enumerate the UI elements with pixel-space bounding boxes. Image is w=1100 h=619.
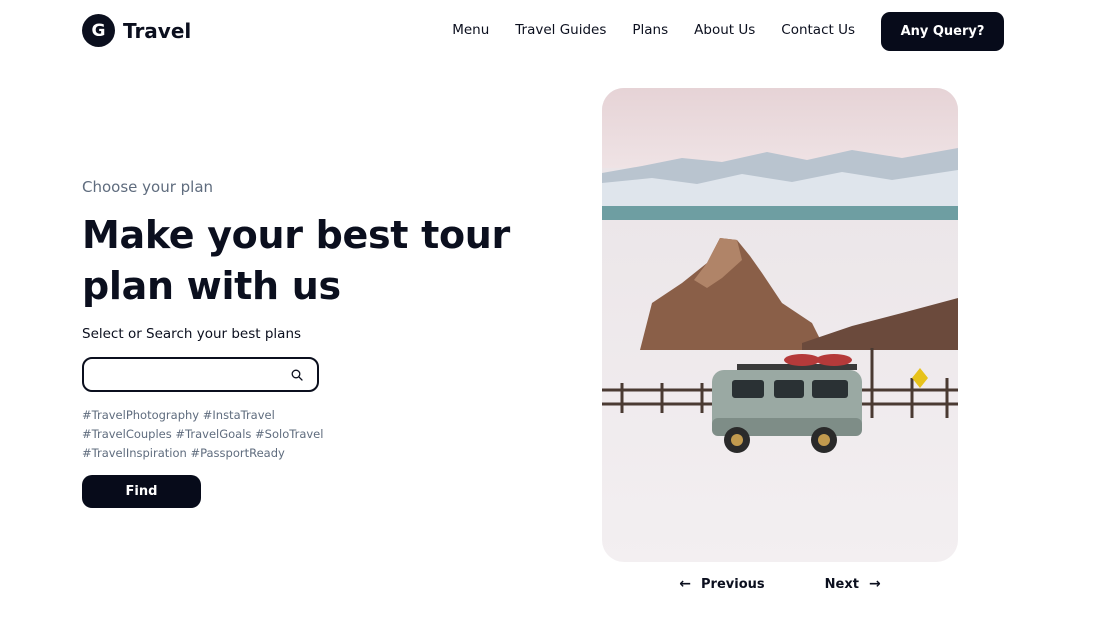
main-nav: Menu Travel Guides Plans About Us Contac… [452, 22, 855, 38]
next-label: Next [824, 576, 859, 592]
nav-item-menu[interactable]: Menu [452, 22, 489, 38]
winter-van-image [602, 88, 958, 562]
nav-item-about-us[interactable]: About Us [694, 22, 755, 38]
nav-item-contact-us[interactable]: Contact Us [781, 22, 855, 38]
logo-mark-icon: G [82, 14, 115, 47]
hashtag-list: #TravelPhotography #InstaTravel #TravelC… [82, 406, 342, 463]
hashtag-line: #TravelCouples #TravelGoals #SoloTravel [82, 427, 324, 441]
nav-item-plans[interactable]: Plans [632, 22, 668, 38]
hashtag-line: #TravelInspiration #PassportReady [82, 446, 285, 460]
any-query-button[interactable]: Any Query? [881, 12, 1004, 51]
hero-subline: Select or Search your best plans [82, 326, 302, 342]
nav-item-travel-guides[interactable]: Travel Guides [515, 22, 606, 38]
arrow-left-icon: ← [679, 576, 692, 592]
hero-headline: Make your best tour plan with us [82, 213, 510, 308]
search-icon[interactable] [291, 369, 303, 381]
previous-label: Previous [701, 576, 765, 592]
hashtag-line: #TravelPhotography #InstaTravel [82, 408, 275, 422]
find-button[interactable]: Find [82, 475, 201, 508]
arrow-right-icon: → [868, 576, 881, 592]
next-button[interactable]: Next → [825, 576, 881, 592]
brand-logo[interactable]: G Travel [82, 14, 191, 47]
slider-pager: ← Previous Next → [602, 576, 958, 592]
search-box [82, 357, 319, 392]
brand-name: Travel [123, 18, 192, 43]
hero-photo [602, 88, 958, 562]
hero-eyebrow: Choose your plan [82, 178, 214, 196]
previous-button[interactable]: ← Previous [679, 576, 764, 592]
search-input[interactable] [94, 365, 284, 385]
